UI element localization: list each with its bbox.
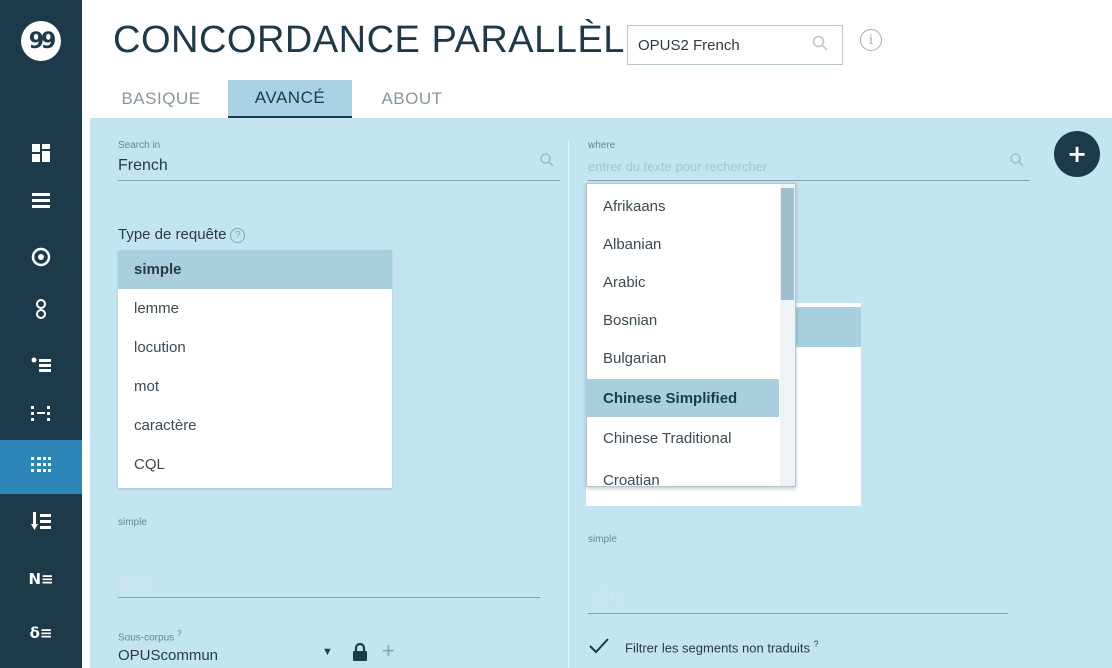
- language-option[interactable]: Afrikaans: [587, 187, 779, 225]
- query-type-option[interactable]: mot: [118, 367, 392, 406]
- corpus-select-value: OPUS2 French: [638, 37, 740, 54]
- dropdown-scrollbar[interactable]: [780, 184, 795, 486]
- help-icon[interactable]: ?: [230, 228, 246, 243]
- query-type-list: simple lemme locution mot caractère CQL: [118, 250, 392, 488]
- tab-about[interactable]: ABOUT: [360, 80, 464, 118]
- query-type-option[interactable]: caractère: [118, 406, 392, 445]
- chevron-down-icon[interactable]: ▼: [322, 646, 333, 658]
- query-input-label: simple: [118, 517, 147, 528]
- right-query-input-label: simple: [588, 534, 617, 545]
- sidebar-item-dots[interactable]: [0, 388, 82, 442]
- where-label: where: [588, 140, 616, 151]
- subcorpus-label: Sous-corpus ?: [118, 628, 182, 644]
- where-underline: [588, 180, 1030, 181]
- lock-icon[interactable]: [352, 642, 368, 667]
- query-type-option[interactable]: simple: [118, 250, 392, 289]
- app-logo[interactable]: 99: [0, 0, 82, 82]
- keyword-icon: δ≡: [29, 624, 53, 642]
- bullet-list-icon: [31, 357, 51, 378]
- logo-icon: 99: [21, 21, 61, 61]
- query-type-heading: Type de requête?: [118, 226, 246, 243]
- query-input-underline: [118, 597, 540, 598]
- search-in-field[interactable]: French: [118, 157, 168, 175]
- subcorpus-select[interactable]: OPUScommun: [118, 647, 218, 664]
- dots-list-icon: [31, 405, 51, 426]
- filter-untranslated-label[interactable]: Filtrer les segments non traduits ?: [625, 639, 819, 655]
- parallel-icon: [31, 456, 51, 479]
- list-icon: [32, 192, 50, 214]
- sidebar-item-list[interactable]: [0, 176, 82, 230]
- tab-basique[interactable]: BASIQUE: [100, 80, 222, 118]
- query-type-option[interactable]: locution: [118, 328, 392, 367]
- tab-avance[interactable]: AVANCÉ: [228, 80, 352, 118]
- query-type-option[interactable]: lemme: [118, 289, 392, 328]
- query-input[interactable]: abc: [118, 567, 157, 595]
- sidebar: 99 N≡ δ≡: [0, 0, 82, 668]
- search-icon: [540, 153, 554, 172]
- language-option-selected[interactable]: Chinese Simplified: [587, 379, 779, 417]
- search-in-underline: [118, 180, 560, 181]
- search-in-label: Search in: [118, 140, 161, 151]
- sidebar-item-ngram[interactable]: N≡: [0, 552, 82, 606]
- right-query-input-underline: [588, 613, 1008, 614]
- language-option[interactable]: Chinese Traditional: [587, 419, 779, 457]
- search-icon: [812, 35, 828, 56]
- sidebar-item-parallel[interactable]: [0, 440, 82, 494]
- sidebar-item-link[interactable]: [0, 284, 82, 338]
- sidebar-item-target[interactable]: [0, 232, 82, 286]
- query-type-label: Type de requête: [118, 226, 227, 243]
- sidebar-item-sort[interactable]: [0, 496, 82, 550]
- query-type-option[interactable]: CQL: [118, 445, 392, 484]
- checkmark-icon[interactable]: [588, 637, 610, 660]
- add-subcorpus-icon[interactable]: +: [382, 638, 395, 664]
- add-language-button[interactable]: +: [1054, 131, 1100, 177]
- link-icon: [35, 298, 47, 325]
- dashboard-icon: [32, 143, 50, 167]
- dropdown-scroll-thumb[interactable]: [781, 188, 794, 300]
- sort-icon: [31, 511, 51, 535]
- sidebar-item-bullets[interactable]: [0, 340, 82, 394]
- target-icon: [31, 247, 51, 272]
- language-option[interactable]: Bulgarian: [587, 339, 779, 377]
- language-option[interactable]: Bosnian: [587, 301, 779, 339]
- language-option[interactable]: Albanian: [587, 225, 779, 263]
- language-dropdown[interactable]: Afrikaans Albanian Arabic Bosnian Bulgar…: [586, 183, 796, 487]
- ngram-icon: N≡: [28, 570, 54, 588]
- sidebar-item-dashboard[interactable]: [0, 128, 82, 182]
- panel-divider: [568, 140, 569, 668]
- language-option[interactable]: Arabic: [587, 263, 779, 301]
- sidebar-item-keywords[interactable]: δ≡: [0, 606, 82, 660]
- corpus-select[interactable]: OPUS2 French: [627, 25, 843, 65]
- page-title: CONCORDANCE PARALLÈLE: [113, 19, 651, 61]
- info-icon[interactable]: i: [860, 29, 882, 51]
- right-query-input[interactable]: abc: [588, 583, 627, 611]
- search-icon: [1010, 153, 1024, 172]
- language-option[interactable]: Croatian: [587, 461, 779, 487]
- where-input[interactable]: entrer du texte pour rechercher: [588, 159, 767, 174]
